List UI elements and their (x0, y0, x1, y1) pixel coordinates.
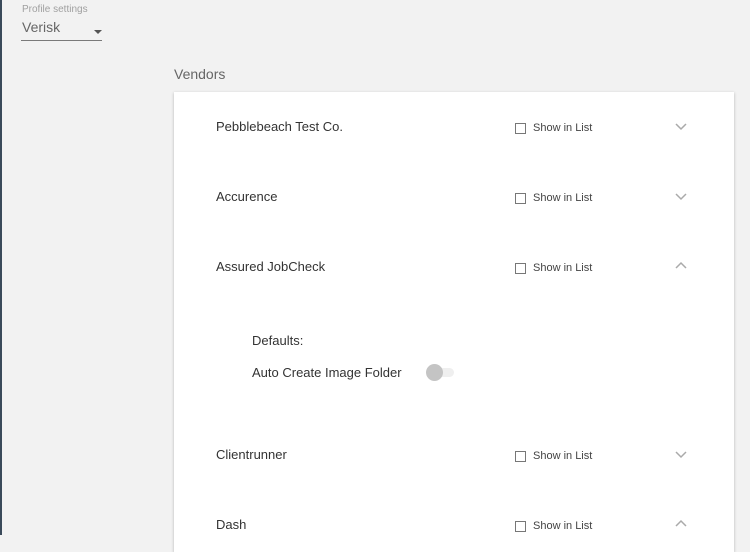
profile-settings-label: Profile settings (22, 4, 88, 15)
checkbox-box[interactable] (515, 192, 526, 204)
vendor-row: Assured JobCheck Show in List (174, 247, 734, 287)
vendor-name: Dash (216, 517, 247, 532)
defaults-label: Defaults: (252, 333, 304, 348)
show-in-list-checkbox[interactable]: Show in List (515, 190, 592, 206)
vendor-row: Dash Show in List (174, 505, 734, 545)
show-in-list-label: Show in List (533, 520, 593, 532)
checkbox-box[interactable] (515, 262, 526, 274)
show-in-list-checkbox[interactable]: Show in List (515, 448, 592, 464)
vendor-name: Accurence (216, 189, 278, 204)
show-in-list-checkbox[interactable]: Show in List (515, 260, 592, 276)
checkbox-box[interactable] (515, 450, 526, 462)
vendor-row: Clientrunner Show in List (174, 435, 734, 475)
auto-create-image-folder-label: Auto Create Image Folder (252, 365, 402, 380)
vendor-row: Pebblebeach Test Co. Show in List (174, 107, 734, 147)
vendor-name: Clientrunner (216, 447, 287, 462)
show-in-list-label: Show in List (533, 450, 593, 462)
show-in-list-label: Show in List (533, 262, 593, 274)
caret-down-icon (94, 30, 102, 34)
toggle-knob[interactable] (426, 364, 443, 381)
show-in-list-checkbox[interactable]: Show in List (515, 120, 592, 136)
left-edge-strip (0, 0, 2, 535)
chevron-up-icon[interactable] (674, 261, 688, 271)
profile-select[interactable]: Verisk (21, 18, 102, 41)
show-in-list-label: Show in List (533, 192, 593, 204)
vendor-name: Pebblebeach Test Co. (216, 119, 343, 134)
auto-create-image-folder-toggle[interactable] (426, 364, 456, 381)
checkbox-box[interactable] (515, 122, 526, 134)
vendor-row: Accurence Show in List (174, 177, 734, 217)
show-in-list-label: Show in List (533, 122, 593, 134)
chevron-down-icon[interactable] (674, 191, 688, 201)
chevron-down-icon[interactable] (674, 449, 688, 459)
vendors-title: Vendors (174, 66, 226, 82)
show-in-list-checkbox[interactable]: Show in List (515, 518, 592, 534)
vendors-card: Pebblebeach Test Co. Show in List Accure… (174, 92, 734, 552)
chevron-down-icon[interactable] (674, 121, 688, 131)
chevron-up-icon[interactable] (674, 519, 688, 529)
profile-selected-value: Verisk (22, 19, 61, 35)
checkbox-box[interactable] (515, 520, 526, 532)
vendor-name: Assured JobCheck (216, 259, 326, 274)
